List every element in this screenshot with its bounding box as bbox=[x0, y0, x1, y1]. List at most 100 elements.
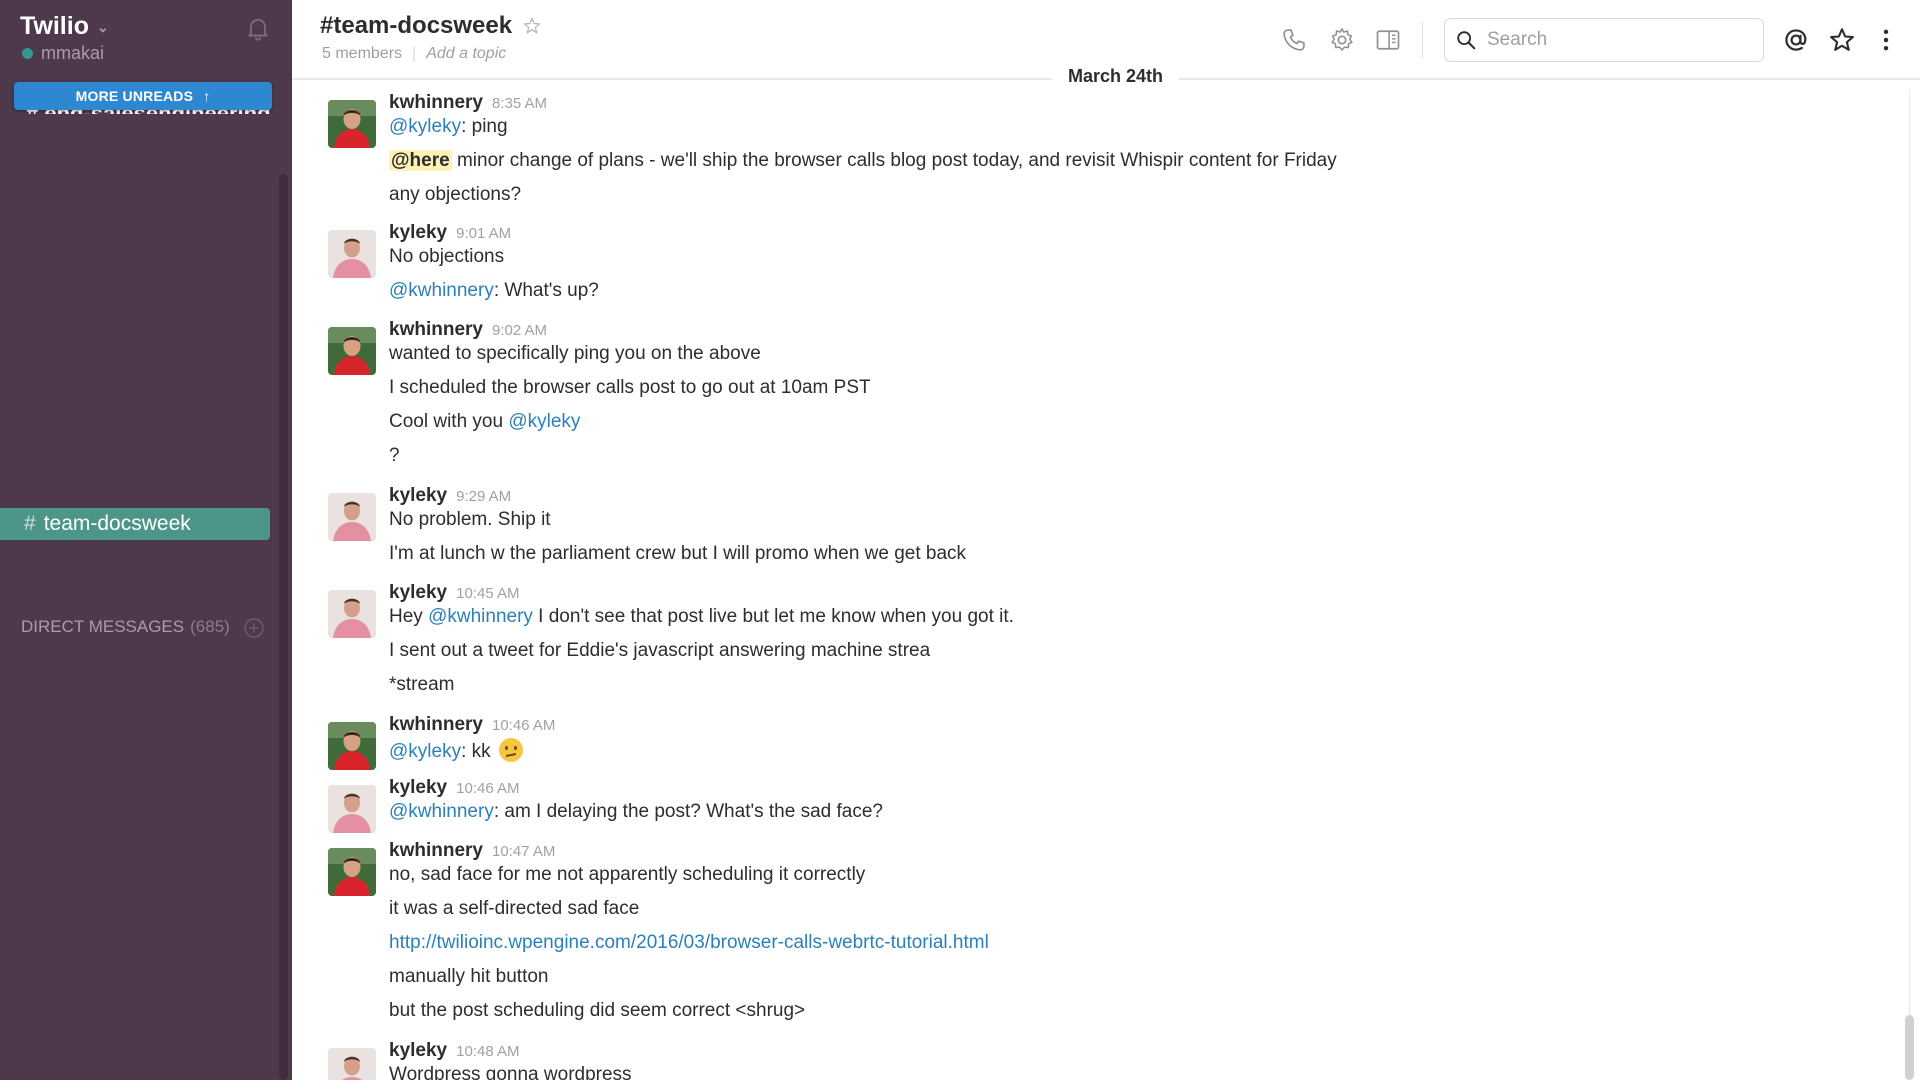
more-unreads-button[interactable]: MORE UNREADS ↑ bbox=[14, 82, 272, 110]
message-text: I sent out a tweet for Eddie's javascrip… bbox=[389, 640, 931, 661]
direct-messages-count: (685) bbox=[190, 617, 230, 636]
starred-items-icon[interactable] bbox=[1828, 26, 1856, 54]
phone-icon[interactable] bbox=[1280, 26, 1308, 54]
details-pane-icon[interactable] bbox=[1374, 26, 1402, 54]
more-options-icon[interactable] bbox=[1872, 26, 1900, 54]
message-list-scrollbar[interactable] bbox=[1905, 90, 1915, 1080]
team-menu[interactable]: Twilio ⌄ bbox=[20, 12, 109, 41]
here-mention: @here bbox=[389, 150, 452, 171]
message-text: : kk bbox=[461, 741, 491, 762]
message-text: *stream bbox=[389, 674, 455, 695]
avatar[interactable] bbox=[328, 722, 376, 770]
sidebar: Twilio ⌄ mmakai # eng-salesengineering M… bbox=[0, 0, 292, 1080]
arrow-up-icon: ↑ bbox=[203, 88, 211, 104]
sender-name[interactable]: kwhinnery bbox=[389, 714, 483, 736]
header-divider bbox=[1422, 22, 1423, 58]
message-text: I'm at lunch w the parliament crew but I… bbox=[389, 543, 967, 564]
message-header: kyleky 10:46 AM bbox=[389, 777, 520, 799]
message-timestamp[interactable]: 9:29 AM bbox=[456, 488, 511, 505]
message-text: wanted to specifically ping you on the a… bbox=[389, 343, 761, 364]
sender-name[interactable]: kwhinnery bbox=[389, 840, 483, 862]
message-text: Cool with you bbox=[389, 411, 509, 432]
message-line: @kwhinnery: am I delaying the post? What… bbox=[389, 801, 883, 823]
direct-messages-label: DIRECT MESSAGES bbox=[21, 617, 185, 636]
message-header: kyleky 10:48 AM bbox=[389, 1040, 520, 1062]
sender-name[interactable]: kyleky bbox=[389, 582, 447, 604]
message-timestamp[interactable]: 10:48 AM bbox=[456, 1043, 519, 1060]
search-box[interactable] bbox=[1444, 18, 1764, 62]
message-header: kwhinnery 10:46 AM bbox=[389, 714, 555, 736]
message-text: manually hit button bbox=[389, 966, 549, 987]
user-mention[interactable]: @kwhinnery bbox=[389, 280, 494, 301]
sender-name[interactable]: kyleky bbox=[389, 222, 447, 244]
chevron-down-icon: ⌄ bbox=[96, 19, 109, 35]
user-mention[interactable]: @kwhinnery bbox=[389, 801, 494, 822]
avatar[interactable] bbox=[328, 493, 376, 541]
sidebar-item-label: team-docsweek bbox=[43, 512, 191, 535]
sender-name[interactable]: kwhinnery bbox=[389, 319, 483, 341]
current-user[interactable]: mmakai bbox=[22, 43, 104, 64]
message-timestamp[interactable]: 10:46 AM bbox=[492, 717, 555, 734]
sender-name[interactable]: kwhinnery bbox=[389, 92, 483, 114]
message-text: ? bbox=[389, 445, 400, 466]
message-text: No objections bbox=[389, 246, 505, 267]
hash-icon: # bbox=[24, 512, 36, 535]
message-timestamp[interactable]: 10:47 AM bbox=[492, 843, 555, 860]
avatar[interactable] bbox=[328, 590, 376, 638]
star-icon[interactable] bbox=[522, 16, 542, 36]
confused-face-icon[interactable] bbox=[498, 738, 523, 762]
message-text: Wordpress gonna wordpress bbox=[389, 1064, 632, 1080]
member-count[interactable]: 5 members bbox=[322, 45, 402, 63]
message-timestamp[interactable]: 10:45 AM bbox=[456, 585, 519, 602]
message-header: kyleky 9:29 AM bbox=[389, 485, 511, 507]
avatar[interactable] bbox=[328, 100, 376, 148]
avatar[interactable] bbox=[328, 327, 376, 375]
message-header: kyleky 9:01 AM bbox=[389, 222, 511, 244]
channel-title: #team-docsweek bbox=[320, 12, 542, 40]
user-mention[interactable]: @kyleky bbox=[389, 116, 461, 137]
search-input[interactable] bbox=[1485, 28, 1745, 52]
sender-name[interactable]: kyleky bbox=[389, 1040, 447, 1062]
avatar[interactable] bbox=[328, 785, 376, 833]
message-link[interactable]: http://twilioinc.wpengine.com/2016/03/br… bbox=[389, 932, 989, 953]
channel-name[interactable]: #team-docsweek bbox=[320, 12, 512, 40]
message-line: @kyleky: ping bbox=[389, 116, 508, 138]
message-text: minor change of plans - we'll ship the b… bbox=[451, 150, 1337, 171]
message-header: kyleky 10:45 AM bbox=[389, 582, 520, 604]
message-text: : ping bbox=[461, 116, 508, 137]
user-mention[interactable]: @kyleky bbox=[389, 741, 461, 762]
direct-messages-header[interactable]: DIRECT MESSAGES (685) bbox=[21, 617, 271, 637]
message-timestamp[interactable]: 9:01 AM bbox=[456, 225, 511, 242]
message-text: Hey bbox=[389, 606, 429, 627]
message-header: kwhinnery 8:35 AM bbox=[389, 92, 547, 114]
message-text: : What's up? bbox=[493, 280, 599, 301]
avatar[interactable] bbox=[328, 230, 376, 278]
message-line: Hey @kwhinnery I don't see that post liv… bbox=[389, 606, 1014, 628]
sender-name[interactable]: kyleky bbox=[389, 485, 447, 507]
scrollbar-track bbox=[1909, 90, 1910, 1080]
at-mentions-icon[interactable] bbox=[1782, 26, 1810, 54]
user-mention[interactable]: @kwhinnery bbox=[428, 606, 533, 627]
message-timestamp[interactable]: 9:02 AM bbox=[492, 322, 547, 339]
message-line: @kyleky: kk bbox=[389, 738, 523, 763]
add-direct-message-icon[interactable] bbox=[243, 617, 265, 639]
gear-icon[interactable] bbox=[1328, 26, 1356, 54]
search-icon bbox=[1457, 31, 1476, 50]
user-mention[interactable]: @kyleky bbox=[508, 411, 580, 432]
avatar[interactable] bbox=[328, 1048, 376, 1080]
sender-name[interactable]: kyleky bbox=[389, 777, 447, 799]
message-text: No problem. Ship it bbox=[389, 509, 551, 530]
message-list[interactable]: kwhinnery 8:35 AM @kyleky: ping @here mi… bbox=[292, 80, 1892, 1080]
sidebar-item-team-docsweek[interactable]: # team-docsweek bbox=[0, 508, 270, 540]
add-topic-link[interactable]: Add a topic bbox=[426, 45, 506, 63]
bell-icon[interactable] bbox=[244, 14, 272, 42]
message-text: I scheduled the browser calls post to go… bbox=[389, 377, 871, 398]
message-line: Cool with you @kyleky bbox=[389, 411, 580, 433]
team-name: Twilio bbox=[20, 12, 89, 40]
scrollbar-thumb[interactable] bbox=[1905, 1015, 1914, 1080]
avatar[interactable] bbox=[328, 848, 376, 896]
sidebar-scrollbar[interactable] bbox=[279, 174, 288, 1080]
message-timestamp[interactable]: 10:46 AM bbox=[456, 780, 519, 797]
message-line: @kwhinnery: What's up? bbox=[389, 280, 599, 302]
message-timestamp[interactable]: 8:35 AM bbox=[492, 95, 547, 112]
